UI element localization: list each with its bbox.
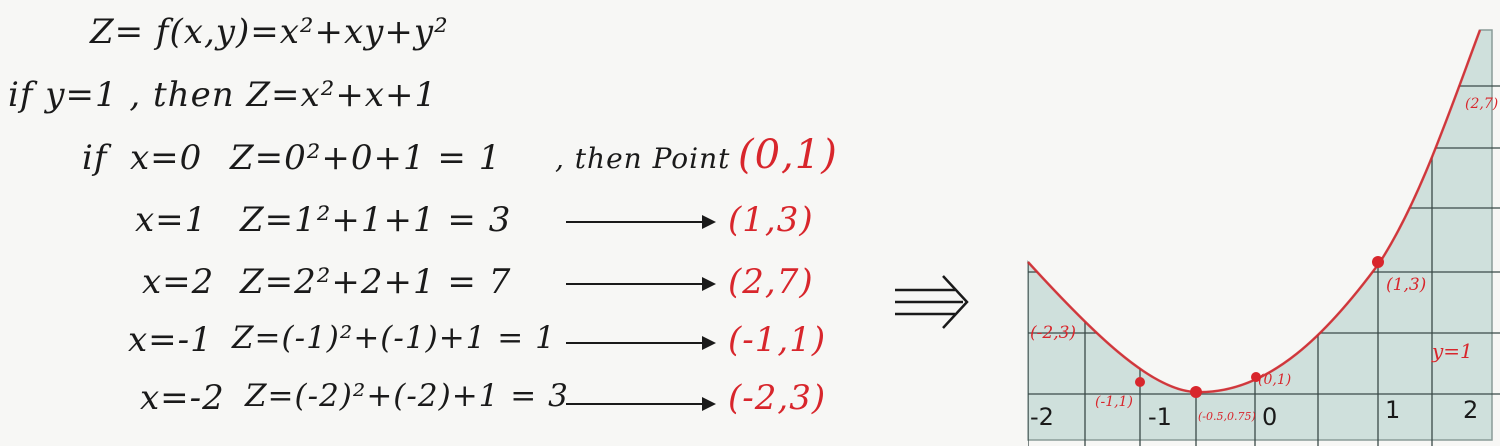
tick-1: 1	[1385, 396, 1400, 424]
implies-arrow-icon	[895, 275, 969, 329]
row-2-point: (2,7)	[728, 262, 814, 302]
row-3-point: (-1,1)	[728, 320, 827, 360]
label-neg0.5: (-0.5,0.75)	[1198, 410, 1256, 423]
tick-2: 2	[1463, 396, 1478, 424]
if-y-equals-1-line: if y=1 , then Z=x²+x+1	[8, 75, 438, 115]
row-4-x: x=-2	[140, 378, 225, 418]
label-0-1: (0,1)	[1258, 372, 1291, 388]
row-2-z: Z=2²+2+1 = 7	[240, 262, 512, 302]
row-2-arrow	[566, 277, 716, 291]
tick-neg2: -2	[1030, 403, 1054, 431]
row-0-x: x=0	[130, 138, 203, 178]
row-0-connector: , then Point	[555, 142, 731, 175]
point-neg0.5	[1190, 386, 1202, 398]
row-3-arrow	[566, 336, 716, 350]
point-neg1-1	[1135, 377, 1145, 387]
row-0-prefix: if	[82, 138, 108, 178]
row-1-arrow	[566, 215, 716, 229]
row-1-point: (1,3)	[728, 200, 814, 240]
label-neg2-3: (-2,3)	[1030, 323, 1076, 343]
row-0-point: (0,1)	[738, 132, 838, 178]
point-1-3	[1372, 256, 1384, 268]
row-1-x: x=1	[135, 200, 208, 240]
row-2-x: x=2	[142, 262, 215, 302]
curve-label-y1: y=1	[1431, 339, 1473, 363]
curve-cutout-graph: (2,7) (1,3) (-2,3) (-1,1) (0,1) (-0.5,0.…	[1027, 29, 1500, 446]
function-definition: Z= f(x,y)=x²+xy+y²	[90, 12, 449, 52]
row-0-z: Z=0²+0+1 = 1	[230, 138, 502, 178]
tick-0: 0	[1262, 403, 1277, 431]
row-3-x: x=-1	[128, 320, 213, 360]
label-2-7: (2,7)	[1465, 96, 1498, 112]
row-4-point: (-2,3)	[728, 378, 827, 418]
tick-neg1: -1	[1148, 403, 1172, 431]
row-1-z: Z=1²+1+1 = 3	[240, 200, 512, 240]
label-1-3: (1,3)	[1386, 275, 1426, 295]
row-4-arrow	[566, 397, 716, 411]
handwritten-notes: Z= f(x,y)=x²+xy+y² if y=1 , then Z=x²+x+…	[0, 0, 990, 446]
row-3-z: Z=(-1)²+(-1)+1 = 1	[232, 320, 556, 356]
row-4-z: Z=(-2)²+(-2)+1 = 3	[245, 378, 569, 414]
label-neg1-1: (-1,1)	[1095, 394, 1133, 410]
